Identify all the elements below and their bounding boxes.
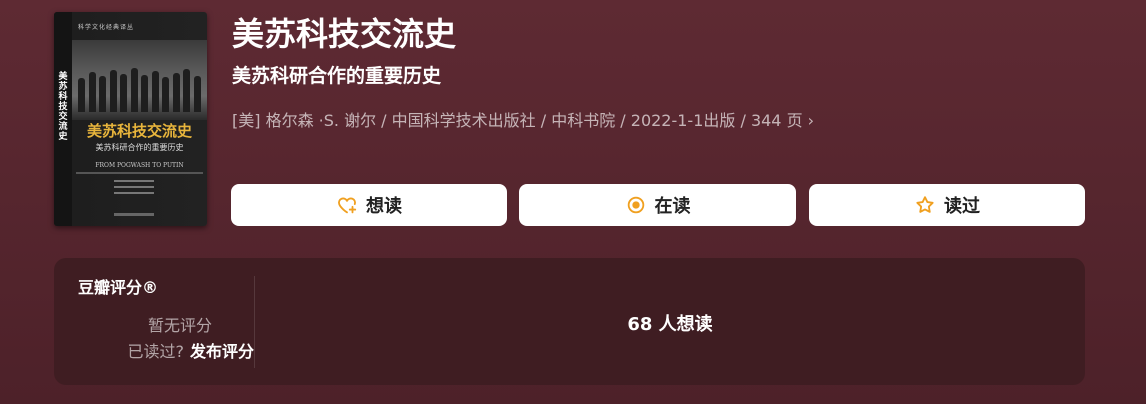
rating-heading: 豆瓣评分® [78, 278, 159, 297]
cover-subtitle: 美苏科研合作的重要历史 [95, 143, 184, 152]
book-meta-text: [美] 格尔森 ·S. 谢尔 / 中国科学技术出版社 / 中科书院 / 2022… [232, 111, 803, 130]
have-read-label: 读过 [944, 196, 980, 217]
reading-label: 在读 [654, 196, 691, 217]
cover-publisher-mark [114, 213, 154, 216]
want-to-read-label: 想读 [366, 196, 402, 217]
target-circle-icon [625, 194, 647, 216]
rate-prompt: 已读过? 发布评分 [84, 338, 254, 362]
want-to-read-button[interactable]: 想读 [231, 184, 507, 226]
cover-rule [76, 172, 203, 174]
rating-panel: 豆瓣评分® 暂无评分 已读过? 发布评分 68 人想读 [54, 258, 1085, 385]
cover-authors [114, 180, 154, 198]
cover-series: 科学文化经典译丛 [78, 24, 135, 31]
heart-plus-icon [336, 194, 358, 216]
have-read-button[interactable]: 读过 [809, 184, 1085, 226]
want-count: 68 人想读 [627, 314, 713, 335]
star-icon [914, 194, 936, 216]
book-title: 美苏科技交流史 [232, 15, 457, 53]
chevron-right-icon: › [807, 111, 814, 130]
cover-photo [72, 40, 207, 120]
no-rating-text: 暂无评分 [147, 316, 212, 335]
book-subtitle: 美苏科研合作的重要历史 [232, 65, 442, 87]
cover-title: 美苏科技交流史 [86, 122, 192, 140]
book-meta-link[interactable]: [美] 格尔森 ·S. 谢尔 / 中国科学技术出版社 / 中科书院 / 2022… [232, 108, 814, 134]
cover-english-title: FROM POGWASH TO PUTIN [95, 162, 184, 169]
reading-button[interactable]: 在读 [519, 184, 796, 226]
cover-photo-people [78, 66, 201, 112]
publish-rating-link[interactable]: 发布评分 [190, 342, 254, 361]
book-cover[interactable]: 美苏科技交流史 科学文化经典译丛 美苏科技交流史 美苏科研合作的重要历史 FRO… [54, 12, 207, 226]
cover-spine-title: 美苏科技交流史 [58, 72, 68, 142]
read-question: 已读过? [127, 342, 184, 361]
